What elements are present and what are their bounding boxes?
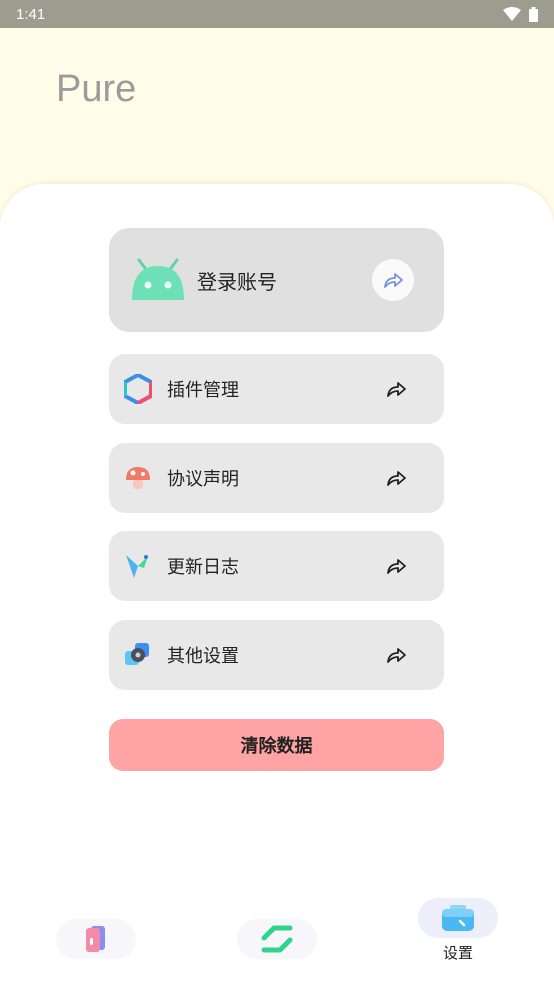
wifi-icon	[503, 7, 521, 21]
menu-item-label: 更新日志	[167, 557, 239, 578]
nav-pill	[56, 919, 136, 959]
menu-item-label: 插件管理	[167, 380, 239, 401]
share-arrow-icon	[384, 273, 403, 288]
status-icons	[503, 6, 538, 22]
nav-tab-cards[interactable]	[56, 919, 136, 959]
menu-item-changelog[interactable]: 更新日志	[109, 531, 444, 601]
share-arrow-icon	[387, 559, 406, 574]
header: Pure	[0, 28, 554, 188]
menu-item-other-settings[interactable]: 其他设置	[109, 620, 444, 690]
clear-data-button[interactable]: 清除数据	[109, 719, 444, 771]
battery-icon	[529, 6, 538, 22]
share-arrow-icon	[387, 648, 406, 663]
hexagon-icon	[123, 374, 153, 404]
mushroom-icon	[123, 463, 153, 493]
app-title: Pure	[56, 68, 137, 110]
nav-pill	[237, 919, 317, 959]
status-time: 1:41	[16, 5, 46, 23]
nav-tab-label: 设置	[442, 944, 473, 962]
login-account-label: 登录账号	[197, 269, 277, 294]
nav-tab-transfer[interactable]	[237, 919, 317, 959]
gear-icon	[123, 640, 153, 670]
transfer-icon	[261, 925, 293, 953]
status-bar: 1:41	[0, 0, 554, 28]
login-arrow-button[interactable]	[372, 259, 414, 301]
cards-icon	[86, 926, 105, 952]
menu-item-agreement[interactable]: 协议声明	[109, 443, 444, 513]
nav-pill	[418, 898, 498, 938]
menu-item-plugin-management[interactable]: 插件管理	[109, 354, 444, 424]
menu-item-label: 其他设置	[167, 646, 239, 667]
menu-item-label: 协议声明	[167, 469, 239, 490]
share-arrow-icon	[387, 382, 406, 397]
bird-icon	[123, 551, 153, 581]
nav-tab-settings[interactable]: 设置	[418, 898, 498, 963]
toolbox-icon	[442, 905, 474, 931]
login-account-card[interactable]: 登录账号	[109, 228, 444, 332]
share-arrow-icon	[387, 471, 406, 486]
android-icon	[132, 258, 184, 300]
